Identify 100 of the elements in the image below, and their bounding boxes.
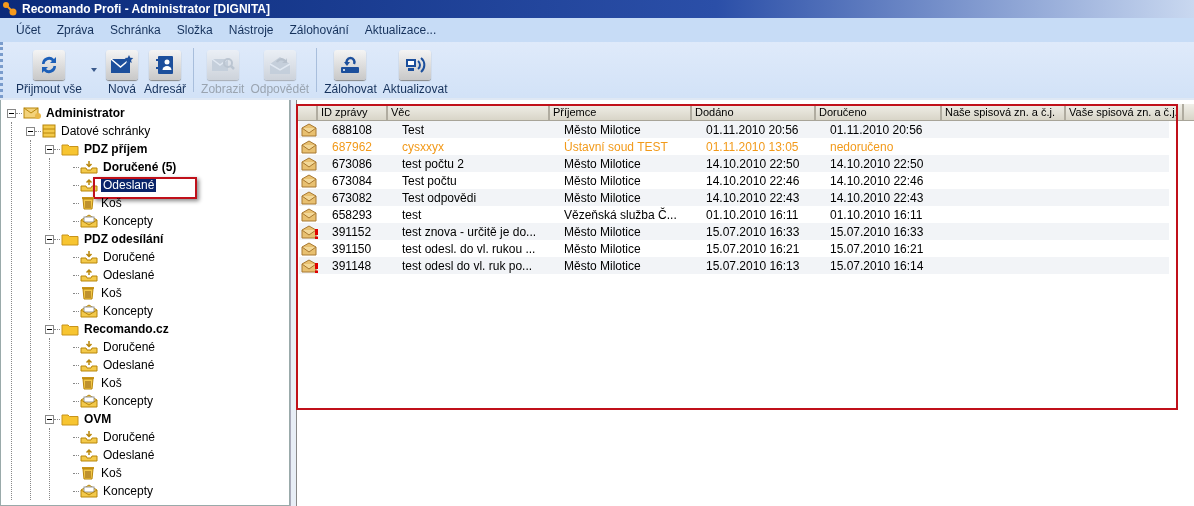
table-cell-text: test xyxy=(401,207,423,222)
table-cell-text: Ústavní soud TEST xyxy=(563,139,669,154)
toolbar-button[interactable]: Nová xyxy=(103,44,142,98)
table-cell-text: Vězeňská služba Č... xyxy=(563,207,678,222)
toolbar-button[interactable]: Přijmout vše xyxy=(13,44,86,98)
table-cell-text: 391152 xyxy=(331,224,373,239)
tree-item[interactable]: Doručené xyxy=(101,430,158,444)
envelope-icon xyxy=(301,258,319,273)
folder-icon xyxy=(61,412,79,426)
collapse-icon[interactable] xyxy=(45,234,54,244)
tree-item[interactable]: Doručené xyxy=(101,340,158,354)
folder-icon xyxy=(61,142,79,156)
envelope-arrow-icon xyxy=(267,54,292,76)
menu-item[interactable]: Zálohování xyxy=(281,23,357,37)
tree-item[interactable]: Doručené xyxy=(101,250,158,264)
table-cell-text: 14.10.2010 22:50 xyxy=(705,156,801,171)
table-cell-text: 673084 xyxy=(331,173,374,188)
tray-up-icon xyxy=(80,178,98,192)
window-title: Recomando Profi - Administrator [DIGNITA] xyxy=(22,2,270,16)
tree-item[interactable]: Doručené (5) xyxy=(101,160,179,174)
table-cell-text: Test odpovědi xyxy=(401,190,478,205)
table-cell-text: 15.07.2010 16:33 xyxy=(705,224,801,239)
table-cell-text: 14.10.2010 22:46 xyxy=(829,173,925,188)
table-cell-text: 15.07.2010 16:21 xyxy=(705,241,801,256)
drive-arrow-icon xyxy=(339,54,362,76)
tree-item[interactable]: Koncepty xyxy=(101,394,156,408)
menu-item[interactable]: Zpráva xyxy=(48,23,103,37)
tree-item[interactable]: PDZ odesílání xyxy=(82,232,166,246)
table-cell-text: Město Milotice xyxy=(563,190,642,205)
toolbar-button[interactable]: Zálohovat xyxy=(321,44,380,98)
table-cell-text: 15.07.2010 16:21 xyxy=(829,241,925,256)
menu-item[interactable]: Aktualizace... xyxy=(356,23,445,37)
collapse-icon[interactable] xyxy=(26,126,35,136)
table-cell-text: 14.10.2010 22:46 xyxy=(705,173,801,188)
dropdown-caret-icon[interactable] xyxy=(91,68,98,72)
tree-item[interactable]: Koncepty xyxy=(101,304,156,318)
tray-down-icon xyxy=(80,340,98,354)
table-cell-text: 01.11.2010 20:56 xyxy=(705,122,800,137)
collapse-icon[interactable] xyxy=(45,144,54,154)
folder-icon xyxy=(61,232,79,246)
table-cell-text: nedoručeno xyxy=(829,139,895,154)
tray-down-icon xyxy=(80,160,98,174)
table-cell-text: Město Milotice xyxy=(563,258,642,273)
tree-item[interactable]: Koš xyxy=(99,286,124,300)
menu-item[interactable]: Schránka xyxy=(102,23,169,37)
table-cell-text: 14.10.2010 22:50 xyxy=(829,156,925,171)
table-cell-text: 15.07.2010 16:13 xyxy=(705,258,801,273)
tree-item[interactable]: Koš xyxy=(99,466,124,480)
table-cell-text: test odesl. do vl. rukou ... xyxy=(401,241,537,256)
table-cell-text: 687962 xyxy=(331,139,374,154)
tray-up-icon xyxy=(80,448,98,462)
menu-item[interactable]: Účet xyxy=(8,23,49,37)
table-cell-text: 391150 xyxy=(331,241,373,256)
tree-item[interactable]: Odeslané xyxy=(101,268,157,282)
tree-item[interactable]: Koncepty xyxy=(101,484,156,498)
open-envelope-icon xyxy=(80,394,98,408)
toolbar-button[interactable]: Aktualizovat xyxy=(379,44,451,98)
tree-item[interactable]: Koncepty xyxy=(101,214,156,228)
tree-item[interactable]: Datové schránky xyxy=(59,124,153,138)
table-cell-text: 673082 xyxy=(331,190,374,205)
envelope-icon xyxy=(23,106,41,120)
computer-signal-icon xyxy=(404,54,427,76)
cabinet-icon xyxy=(42,124,56,138)
open-envelope-icon xyxy=(80,214,98,228)
table-cell-text: test znova - určitě je do... xyxy=(401,224,538,239)
table-cell-text: 391148 xyxy=(331,258,373,273)
tree-item[interactable]: Odeslané xyxy=(101,448,157,462)
table-cell-text: Město Milotice xyxy=(563,224,642,239)
trash-can-icon xyxy=(80,376,96,390)
table-cell-text: Test počtu xyxy=(401,173,458,188)
collapse-icon[interactable] xyxy=(45,324,54,334)
collapse-icon[interactable] xyxy=(7,108,16,118)
envelope-star-icon xyxy=(110,54,135,76)
menu-item[interactable]: Složka xyxy=(168,23,221,37)
tree-item[interactable]: PDZ příjem xyxy=(82,142,150,156)
tree-item[interactable]: OVM xyxy=(82,412,114,426)
table-cell-text: test počtu 2 xyxy=(401,156,466,171)
app-logo-icon xyxy=(2,1,18,17)
tree-item[interactable]: Administrator xyxy=(44,106,127,120)
envelope-icon xyxy=(301,224,319,239)
tree-item[interactable]: Koš xyxy=(99,196,124,210)
trash-can-icon xyxy=(80,466,96,480)
menu-item[interactable]: Nástroje xyxy=(220,23,282,37)
table-cell-text: Město Milotice xyxy=(563,173,642,188)
table-cell-text: 688108 xyxy=(331,122,374,137)
open-envelope-icon xyxy=(80,304,98,318)
tree-item[interactable]: Recomando.cz xyxy=(82,322,171,336)
tray-up-icon xyxy=(80,358,98,372)
table-cell-text: 01.10.2010 16:11 xyxy=(829,207,924,222)
toolbar-button[interactable]: Adresář xyxy=(141,44,190,98)
collapse-icon[interactable] xyxy=(45,414,54,424)
table-cell-text: Město Milotice xyxy=(563,122,642,137)
tree-item[interactable]: Odeslané xyxy=(101,358,157,372)
tree-item[interactable]: Koš xyxy=(99,376,124,390)
table-cell-text: test odesl do vl. ruk po... xyxy=(401,258,534,273)
table-cell-text: 01.11.2010 20:56 xyxy=(829,122,924,137)
tray-down-icon xyxy=(80,250,98,264)
table-cell-text: 658293 xyxy=(331,207,374,222)
open-envelope-icon xyxy=(80,484,98,498)
tray-down-icon xyxy=(80,430,98,444)
